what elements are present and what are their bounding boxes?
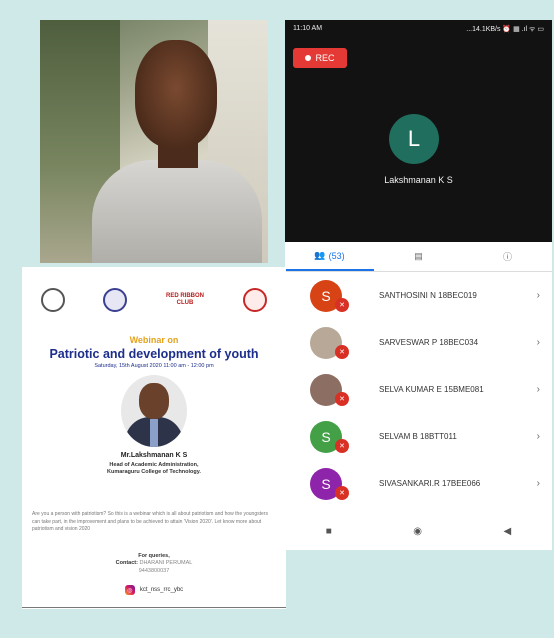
webinar-label: Webinar on xyxy=(129,335,179,345)
mic-off-icon: ✕ xyxy=(335,392,349,406)
webcam-video xyxy=(40,20,268,263)
participant-name: SANTHOSINI N 18BEC019 xyxy=(379,291,477,300)
mic-off-icon: ✕ xyxy=(335,298,349,312)
participants-count: (53) xyxy=(328,250,345,261)
speaker-shirt xyxy=(92,160,262,263)
mic-off-icon: ✕ xyxy=(335,345,349,359)
webinar-poster: RED RIBBON CLUB Webinar on Patriotic and… xyxy=(22,267,286,609)
speaker-photo xyxy=(121,375,187,447)
tab-info[interactable]: ⓘ xyxy=(463,242,552,271)
people-icon: 👥 xyxy=(314,250,326,260)
mic-off-icon: ✕ xyxy=(335,439,349,453)
chevron-right-icon: › xyxy=(536,290,540,301)
queries-block: For queries, Contact: DHARANI PERUMAL 94… xyxy=(22,553,286,575)
meeting-app-screen: 11:10 AM ...14.1KB/s ⏰ ▦ .ıl ᯤ ▭ REC L L… xyxy=(285,20,552,550)
contact-phone: 9443800037 xyxy=(138,567,170,574)
contact-label: Contact: xyxy=(115,560,138,567)
participant-name: SARVESWAR P 18BEC034 xyxy=(379,338,479,347)
chat-icon: ▤ xyxy=(414,251,423,261)
home-icon[interactable]: ◉ xyxy=(413,526,422,537)
instagram-handle: kct_nss_rrc_ybc xyxy=(139,587,184,593)
ybc-logo xyxy=(243,288,267,312)
chevron-right-icon: › xyxy=(536,384,540,395)
status-bar: 11:10 AM ...14.1KB/s ⏰ ▦ .ıl ᯤ ▭ xyxy=(293,25,544,37)
recents-icon[interactable]: ■ xyxy=(326,526,332,537)
logo-row: RED RIBBON CLUB xyxy=(22,285,286,315)
divider xyxy=(22,607,286,608)
poster-title: Patriotic and development of youth xyxy=(49,347,259,361)
host-avatar: L xyxy=(389,114,439,164)
nss-logo xyxy=(103,288,127,312)
participant-name: SELVAM B 18BTT011 xyxy=(379,432,457,441)
chevron-right-icon: › xyxy=(536,337,540,348)
contact-name: DHARANI PERUMAL xyxy=(139,560,193,567)
participant-list: S ✕ SANTHOSINI N 18BEC019 › ✕ SARVESWAR … xyxy=(285,272,552,512)
participant-name: SELVA KUMAR E 15BME081 xyxy=(379,385,484,394)
list-item[interactable]: S ✕ SIVASANKARI.R 17BEE066 › xyxy=(285,460,552,507)
speaker-role-line-2: Kumaraguru College of Technology. xyxy=(107,469,201,476)
list-item[interactable]: S ✕ SANTHOSINI N 18BEC019 › xyxy=(285,272,552,319)
tab-participants[interactable]: 👥 (53) xyxy=(285,242,374,271)
back-icon[interactable]: ◀ xyxy=(504,526,512,537)
host-name: Lakshmanan K S xyxy=(384,175,453,185)
rec-label: REC xyxy=(315,53,335,63)
speaker-head xyxy=(135,40,217,148)
instagram-row: ◎ kct_nss_rrc_ybc xyxy=(22,585,286,595)
participant-tabbar: 👥 (53) ▤ ⓘ xyxy=(285,242,552,272)
speaker-role: Head of Academic Administration, Kumarag… xyxy=(22,462,286,476)
info-icon: ⓘ xyxy=(502,252,512,262)
mic-off-icon: ✕ xyxy=(335,486,349,500)
kct-logo xyxy=(41,288,65,312)
tab-chat[interactable]: ▤ xyxy=(374,242,463,271)
queries-label: For queries, xyxy=(138,553,170,559)
rec-button[interactable]: REC xyxy=(293,48,347,68)
call-view: 11:10 AM ...14.1KB/s ⏰ ▦ .ıl ᯤ ▭ REC L L… xyxy=(285,20,552,242)
speaker-tie xyxy=(150,419,158,447)
list-item[interactable]: ✕ SARVESWAR P 18BEC034 › xyxy=(285,319,552,366)
instagram-icon: ◎ xyxy=(124,585,135,595)
red-ribbon-club-logo: RED RIBBON CLUB xyxy=(165,293,204,306)
speaker-name: Mr.Lakshmanan K S xyxy=(120,452,188,459)
list-item[interactable]: ✕ SELVA KUMAR E 15BME081 › xyxy=(285,366,552,413)
poster-date: Saturday, 15th August 2020 11:00 am - 12… xyxy=(94,363,214,369)
status-network: ...14.1KB/s ⏰ ▦ .ıl ᯤ ▭ xyxy=(466,26,544,33)
speaker-face xyxy=(139,383,169,419)
status-time: 11:10 AM xyxy=(293,25,323,32)
speaker-role-line-1: Head of Academic Administration, xyxy=(109,462,199,468)
list-item[interactable]: S ✕ SELVAM B 18BTT011 › xyxy=(285,413,552,460)
android-nav-bar: ■ ◉ ◀ xyxy=(285,512,552,550)
poster-description: Are you a person with patriotism? So thi… xyxy=(32,511,268,532)
chevron-right-icon: › xyxy=(536,478,540,489)
record-dot-icon xyxy=(305,55,312,61)
chevron-right-icon: › xyxy=(536,431,540,442)
participant-name: SIVASANKARI.R 17BEE066 xyxy=(379,479,481,488)
